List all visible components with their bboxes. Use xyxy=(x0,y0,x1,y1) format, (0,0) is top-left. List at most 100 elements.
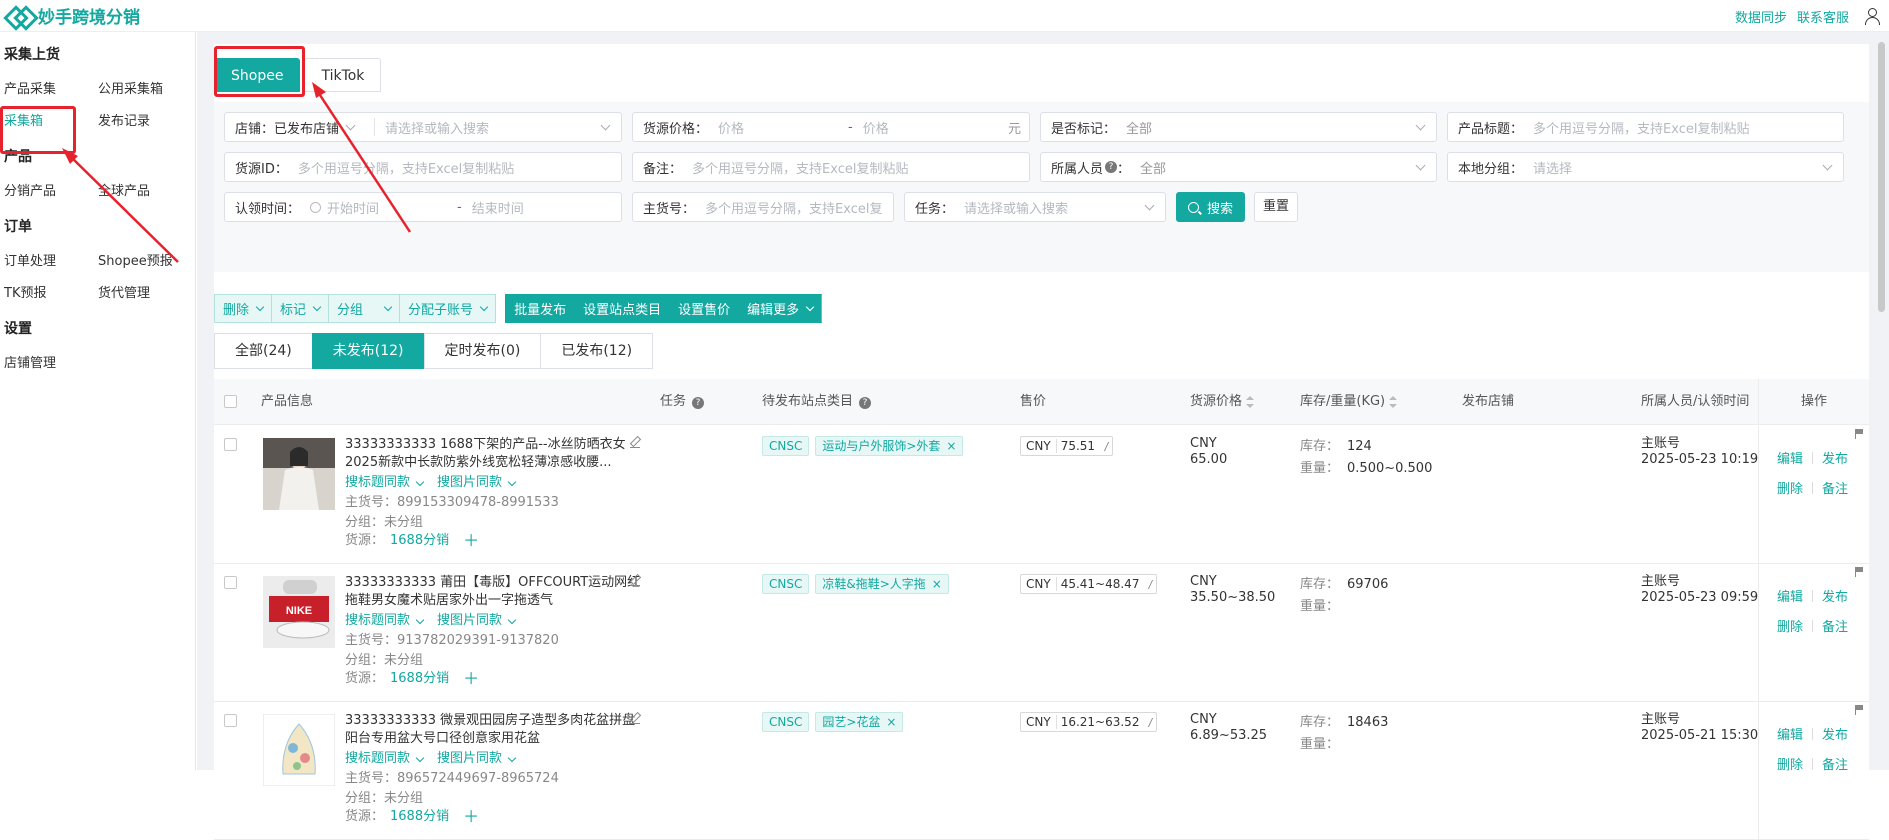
product-thumbnail[interactable] xyxy=(263,438,335,510)
col-source-price[interactable]: 货源价格 xyxy=(1190,379,1255,425)
sidebar-item-public-collect-box[interactable]: 公用采集箱 xyxy=(94,78,188,97)
price-editor[interactable]: CNY 45.41~48.47 xyxy=(1020,574,1158,594)
remark-button[interactable]: 备注 xyxy=(1822,478,1848,497)
delete-button[interactable]: 删除 xyxy=(1777,616,1803,635)
row-checkbox[interactable] xyxy=(224,438,237,451)
search-same-image-link[interactable]: 搜图片同款 xyxy=(437,612,517,630)
publish-button[interactable]: 发布 xyxy=(1822,586,1848,605)
product-title-filter[interactable]: 产品标题： 多个用逗号分隔，支持Excel复制粘贴 xyxy=(1447,112,1844,142)
add-icon[interactable]: ＋ xyxy=(463,808,479,826)
remark-button[interactable]: 备注 xyxy=(1822,754,1848,773)
flag-icon[interactable] xyxy=(1855,705,1863,715)
search-button[interactable]: 搜索 xyxy=(1176,192,1246,222)
add-icon[interactable]: ＋ xyxy=(463,670,479,688)
task-select[interactable]: 请选择或输入搜索 xyxy=(964,198,1138,217)
search-same-title-link[interactable]: 搜标题同款 xyxy=(345,612,425,630)
group-dropdown-button[interactable]: 分组 xyxy=(328,294,401,323)
local-group-filter[interactable]: 本地分组： 请选择 xyxy=(1447,152,1844,182)
tab-tiktok[interactable]: TikTok xyxy=(304,58,382,92)
sidebar-item-product-collect[interactable]: 产品采集 xyxy=(0,78,94,97)
sidebar-item-store-management[interactable]: 店铺管理 xyxy=(0,352,94,371)
source-id-input[interactable]: 多个用逗号分隔，支持Excel复制粘贴 xyxy=(298,158,621,177)
add-icon[interactable]: ＋ xyxy=(463,532,479,550)
store-search-input[interactable]: 请选择或输入搜索 xyxy=(385,118,594,137)
edit-title-icon[interactable] xyxy=(630,438,640,448)
product-title[interactable]: 33333333333 微景观田园房子造型多肉花盆拼盘阳台专用盆大号口径创意家用… xyxy=(345,712,645,748)
edit-title-icon[interactable] xyxy=(630,576,640,586)
claim-end-input[interactable]: 结束时间 xyxy=(472,198,621,217)
close-icon[interactable]: × xyxy=(886,715,896,729)
delete-button[interactable]: 删除 xyxy=(1777,478,1803,497)
store-filter[interactable]: 店铺： 已发布店铺 请选择或输入搜索 xyxy=(224,112,622,142)
batch-publish-button[interactable]: 批量发布 xyxy=(505,294,576,323)
remark-filter[interactable]: 备注： 多个用逗号分隔，支持Excel复制粘贴 xyxy=(632,152,1030,182)
mark-dropdown-button[interactable]: 标记 xyxy=(271,294,330,323)
sidebar-item-forwarder-management[interactable]: 货代管理 xyxy=(94,282,188,301)
search-same-title-link[interactable]: 搜标题同款 xyxy=(345,750,425,768)
search-same-title-link[interactable]: 搜标题同款 xyxy=(345,474,425,492)
help-icon[interactable]: ? xyxy=(859,397,872,409)
search-same-image-link[interactable]: 搜图片同款 xyxy=(437,750,517,768)
product-title[interactable]: 33333333333 1688下架的产品--冰丝防晒衣女2025新款中长款防紫… xyxy=(345,436,645,472)
marked-filter[interactable]: 是否标记： 全部 xyxy=(1040,112,1437,142)
user-icon[interactable] xyxy=(1863,7,1881,25)
flag-icon[interactable] xyxy=(1855,567,1863,577)
vertical-scrollbar[interactable] xyxy=(1878,42,1885,312)
local-group-select[interactable]: 请选择 xyxy=(1533,158,1816,177)
close-icon[interactable]: × xyxy=(946,439,956,453)
remark-button[interactable]: 备注 xyxy=(1822,616,1848,635)
price-max-input[interactable]: 价格 xyxy=(863,118,1008,137)
publish-button[interactable]: 发布 xyxy=(1822,448,1848,467)
sidebar-item-tk-forecast[interactable]: TK预报 xyxy=(0,282,94,301)
status-tab-all[interactable]: 全部(24) xyxy=(214,333,313,369)
select-all-checkbox[interactable] xyxy=(224,395,237,408)
sidebar-item-shopee-forecast[interactable]: Shopee预报 xyxy=(94,250,188,269)
price-min-input[interactable]: 价格 xyxy=(718,118,848,137)
price-editor[interactable]: CNY 75.51 xyxy=(1020,436,1114,456)
reset-button[interactable]: 重置 xyxy=(1254,192,1299,222)
claim-start-input[interactable]: 开始时间 xyxy=(327,198,457,217)
price-editor[interactable]: CNY 16.21~63.52 xyxy=(1020,712,1158,732)
edit-button[interactable]: 编辑 xyxy=(1777,448,1803,467)
tab-shopee[interactable]: Shopee xyxy=(214,58,301,92)
row-checkbox[interactable] xyxy=(224,714,237,727)
sidebar-item-global-products[interactable]: 全球产品 xyxy=(94,180,188,199)
set-site-category-button[interactable]: 设置站点类目 xyxy=(574,294,671,323)
search-same-image-link[interactable]: 搜图片同款 xyxy=(437,474,517,492)
data-sync-link[interactable]: 数据同步 xyxy=(1735,7,1787,26)
set-price-button[interactable]: 设置售价 xyxy=(669,294,740,323)
claim-time-filter[interactable]: 认领时间： 开始时间 - 结束时间 xyxy=(224,192,622,222)
remark-input[interactable]: 多个用逗号分隔，支持Excel复制粘贴 xyxy=(692,158,1029,177)
app-logo[interactable]: 妙手跨境分销 xyxy=(6,3,140,28)
edit-button[interactable]: 编辑 xyxy=(1777,724,1803,743)
product-title[interactable]: 33333333333 莆田【毒版】OFFCOURT运动网红拖鞋男女魔术贴居家外… xyxy=(345,574,645,610)
edit-title-icon[interactable] xyxy=(630,714,640,724)
main-sku-input[interactable]: 多个用逗号分隔，支持Excel复 xyxy=(705,198,893,217)
edit-button[interactable]: 编辑 xyxy=(1777,586,1803,605)
contact-support-link[interactable]: 联系客服 xyxy=(1797,7,1849,26)
delete-button[interactable]: 删除 xyxy=(1777,754,1803,773)
product-thumbnail[interactable]: NIKE xyxy=(263,576,335,648)
owner-filter[interactable]: 所属人员 ?： 全部 xyxy=(1040,152,1437,182)
col-stock-weight[interactable]: 库存/重量(KG) xyxy=(1300,379,1398,425)
source-value[interactable]: 1688分销 xyxy=(390,532,449,550)
publish-button[interactable]: 发布 xyxy=(1822,724,1848,743)
help-icon[interactable]: ? xyxy=(692,397,705,409)
task-filter[interactable]: 任务： 请选择或输入搜索 xyxy=(904,192,1166,222)
source-value[interactable]: 1688分销 xyxy=(390,670,449,688)
assign-subaccount-button[interactable]: 分配子账号 xyxy=(399,294,497,323)
source-value[interactable]: 1688分销 xyxy=(390,808,449,826)
status-tab-unpublished[interactable]: 未发布(12) xyxy=(311,333,425,369)
status-tab-published[interactable]: 已发布(12) xyxy=(540,333,654,369)
main-sku-filter[interactable]: 主货号： 多个用逗号分隔，支持Excel复 xyxy=(632,192,894,222)
help-icon[interactable]: ? xyxy=(1105,161,1118,173)
delete-dropdown-button[interactable]: 删除 xyxy=(214,294,273,323)
close-icon[interactable]: × xyxy=(932,577,942,591)
sort-icon[interactable] xyxy=(1246,395,1255,408)
edit-more-button[interactable]: 编辑更多 xyxy=(738,294,823,323)
flag-icon[interactable] xyxy=(1855,429,1863,439)
product-title-input[interactable]: 多个用逗号分隔，支持Excel复制粘贴 xyxy=(1533,118,1843,137)
source-price-filter[interactable]: 货源价格： 价格 - 价格 元 xyxy=(632,112,1030,142)
status-tab-scheduled[interactable]: 定时发布(0) xyxy=(423,333,542,369)
sidebar-item-order-processing[interactable]: 订单处理 xyxy=(0,250,94,269)
